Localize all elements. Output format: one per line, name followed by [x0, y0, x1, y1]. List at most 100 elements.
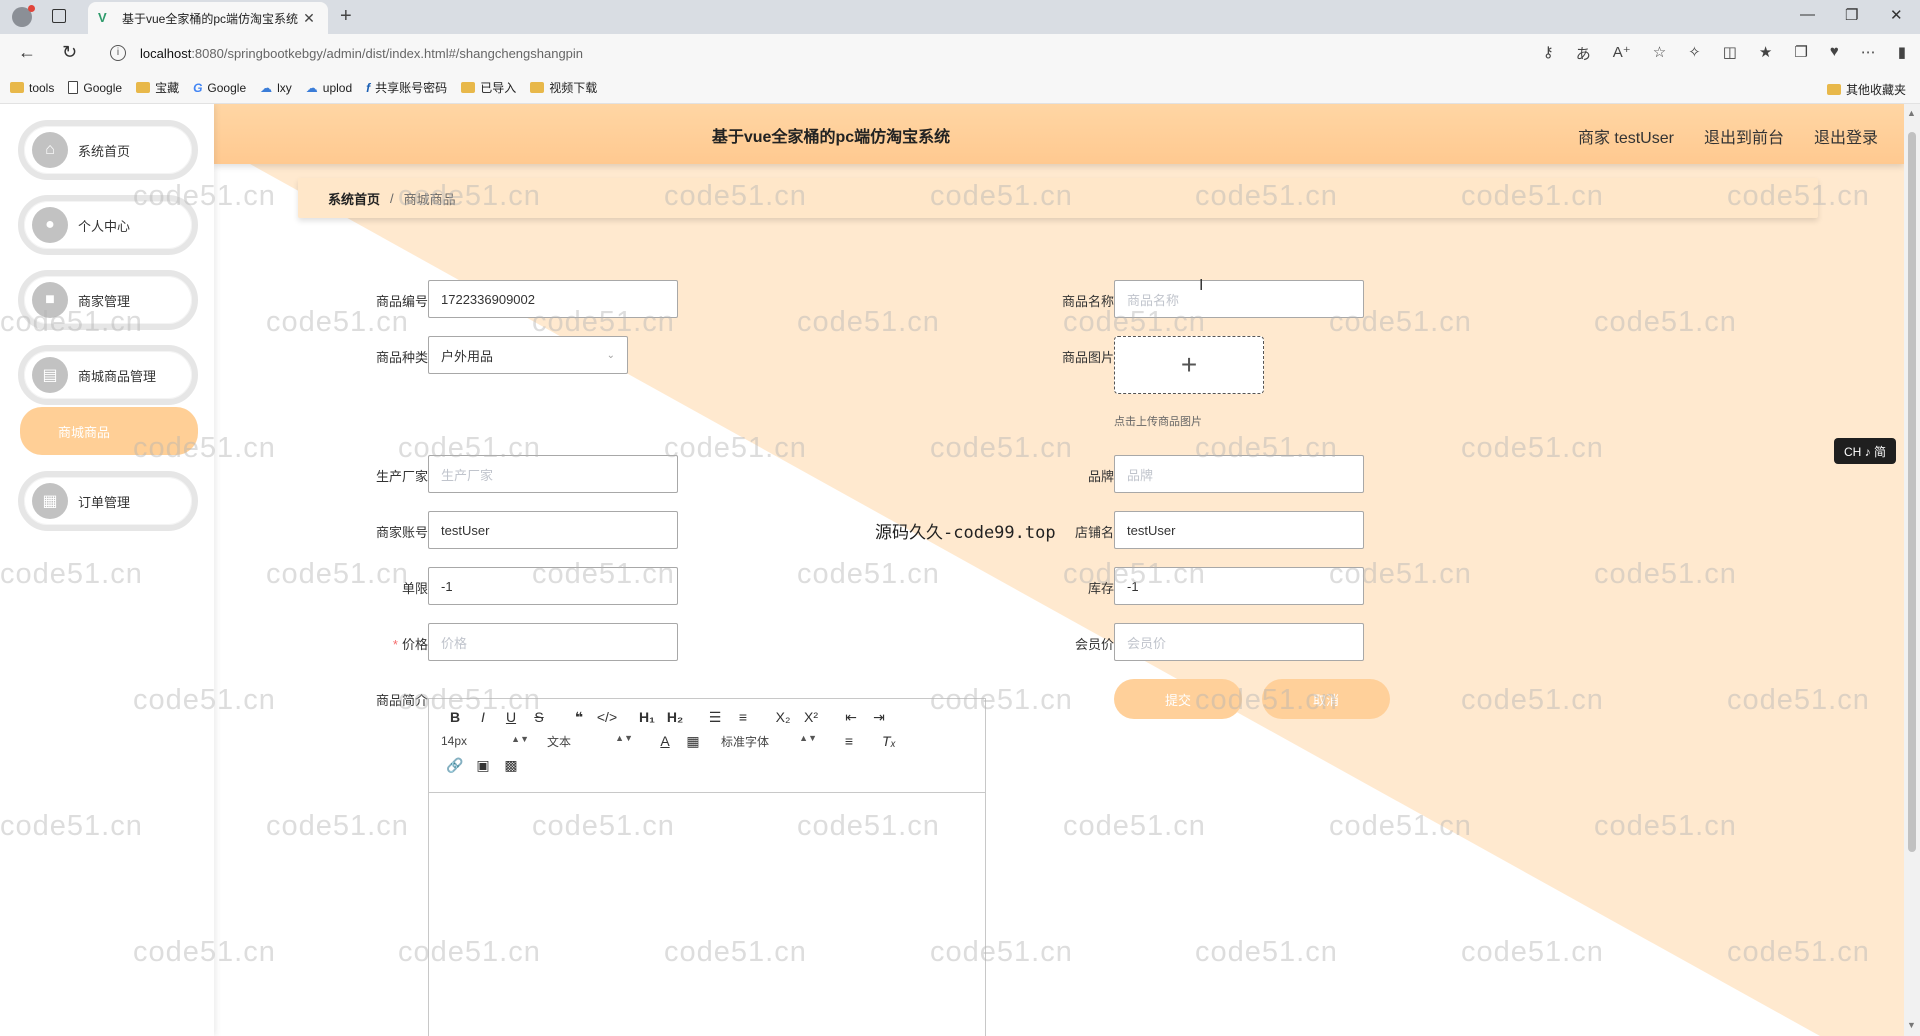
category-select[interactable]: 户外用品 ⌄	[428, 336, 628, 374]
plus-icon: +	[1180, 349, 1198, 380]
bookmark-label: uplod	[322, 80, 353, 95]
bookmark-google[interactable]: Google	[68, 81, 122, 95]
sidebar-item-label: 系统首页	[78, 143, 131, 159]
browser-essentials-icon[interactable]: ♥	[1830, 43, 1839, 64]
product-image-label: 商品图片	[1061, 350, 1114, 365]
cancel-button[interactable]: 取消	[1262, 679, 1390, 719]
vue-favicon-icon: V	[98, 10, 107, 25]
facebook-icon: f	[366, 80, 371, 95]
sidebar-item-orders[interactable]: ▦ 订单管理	[18, 471, 198, 531]
bookmark-shared-accounts[interactable]: f 共享账号密码	[366, 79, 447, 96]
extensions-icon[interactable]: ✧	[1688, 43, 1701, 64]
refresh-icon[interactable]: ↻	[62, 42, 77, 63]
folder-icon	[1826, 84, 1841, 95]
bookmark-label: Google	[83, 80, 123, 95]
favorite-star-icon[interactable]: ☆	[1653, 43, 1666, 64]
sidebar-item-merchant[interactable]: ■ 商家管理	[18, 270, 198, 330]
sidebar-subitem-products-active[interactable]: 商城商品	[20, 407, 198, 455]
manufacturer-input[interactable]: 生产厂家	[428, 455, 678, 493]
site-info-icon[interactable]: i	[110, 45, 126, 61]
bookmark-label: 已导入	[480, 81, 517, 95]
scroll-up-icon[interactable]: ▲	[1907, 108, 1916, 118]
sidebar-item-product-management[interactable]: ▤ 商城商品管理	[18, 345, 198, 405]
bookmark-label: lxy	[277, 80, 292, 95]
app-area: ⌂ 系统首页 ● 个人中心 ■ 商家管理 ▤ 商城商品管理 商城商品 ▦ 订单管…	[0, 104, 1920, 1036]
back-icon[interactable]: ←	[18, 42, 36, 63]
stock-label: 库存	[1087, 581, 1114, 596]
sidebar-item-label: 订单管理	[78, 494, 131, 510]
product-name-label: 商品名称	[1061, 294, 1114, 309]
shop-name-input[interactable]: testUser	[1114, 511, 1364, 549]
required-mark: *	[392, 637, 398, 652]
product-no-label: 商品编号	[375, 294, 428, 309]
translate-icon[interactable]: あ	[1576, 43, 1591, 64]
product-name-input[interactable]: 商品名称	[1114, 280, 1364, 318]
bookmark-baozang[interactable]: 宝藏	[136, 79, 179, 96]
scroll-down-icon[interactable]: ▼	[1907, 1020, 1916, 1030]
url-path: :8080/springbootkebgy/admin/dist/index.h…	[191, 45, 584, 61]
image-upload-tip: 点击上传商品图片	[1114, 416, 1202, 428]
merchant-account-label: 商家账号	[375, 525, 428, 540]
favorites-icon[interactable]: ★	[1759, 43, 1772, 64]
new-tab-button[interactable]: +	[340, 5, 352, 28]
bookmark-label: 其他收藏夹	[1845, 83, 1906, 97]
price-input[interactable]: 价格	[428, 623, 678, 661]
collections-icon[interactable]: ❐	[1794, 43, 1807, 64]
sidebar: ⌂ 系统首页 ● 个人中心 ■ 商家管理 ▤ 商城商品管理 商城商品 ▦ 订单管…	[0, 104, 214, 1036]
bookmark-uplod[interactable]: ☁ uplod	[306, 81, 352, 95]
bookmark-google-2[interactable]: G Google	[193, 81, 246, 95]
product-no-input[interactable]: 1722336909002	[428, 280, 678, 318]
minimize-icon[interactable]: —	[1800, 6, 1815, 23]
overlay-source-text: 源码久久-code99.top	[875, 523, 1056, 543]
read-aloud-icon[interactable]: A⁺	[1613, 43, 1631, 64]
browser-toolbar: ⚷ あ A⁺ ☆ ✧ ◫ ★ ❐ ♥ ⋯ ▮	[1543, 43, 1906, 64]
limit-label: 单限	[401, 581, 428, 596]
member-price-input[interactable]: 会员价	[1114, 623, 1364, 661]
image-upload-button[interactable]: +	[1114, 336, 1264, 394]
bookmark-label: Google	[207, 80, 247, 95]
category-label: 商品种类	[375, 350, 428, 365]
member-price-label: 会员价	[1074, 637, 1114, 652]
tab-actions-icon[interactable]	[52, 9, 66, 23]
bookmark-imported[interactable]: 已导入	[461, 79, 516, 96]
sidebar-item-profile[interactable]: ● 个人中心	[18, 195, 198, 255]
bookmark-other-favorites[interactable]: 其他收藏夹	[1826, 81, 1906, 98]
limit-input[interactable]: -1	[428, 567, 678, 605]
user-icon: ●	[32, 207, 68, 243]
key-icon[interactable]: ⚷	[1543, 43, 1554, 64]
stock-input[interactable]: -1	[1114, 567, 1364, 605]
intro-label: 商品简介	[375, 693, 428, 708]
tab-close-icon[interactable]: ✕	[300, 10, 318, 27]
price-label: * 价格	[338, 634, 428, 653]
cloud-icon: ☁	[260, 80, 273, 95]
sidebar-item-home[interactable]: ⌂ 系统首页	[18, 120, 198, 180]
sidebar-item-label: 商城商品管理	[78, 368, 157, 384]
briefcase-icon: ■	[32, 282, 68, 318]
more-menu-icon[interactable]: ⋯	[1861, 43, 1876, 64]
restore-icon[interactable]: ❐	[1845, 6, 1858, 24]
brand-label: 品牌	[1087, 469, 1114, 484]
bookmark-tools[interactable]: tools	[10, 81, 54, 95]
brand-input[interactable]: 品牌	[1114, 455, 1364, 493]
ime-indicator[interactable]: CH ♪ 简	[1834, 438, 1896, 464]
sidebar-item-label: 个人中心	[78, 218, 131, 234]
category-selected-value: 户外用品	[441, 348, 494, 364]
browser-tab-active[interactable]: V 基于vue全家桶的pc端仿淘宝系统 ✕	[88, 2, 328, 34]
page-scrollbar[interactable]: ▲ ▼	[1904, 104, 1920, 1036]
cloud-icon: ☁	[305, 80, 318, 95]
manufacturer-label: 生产厂家	[375, 469, 428, 484]
clipboard-icon: ▤	[32, 357, 68, 393]
bookmark-lxy[interactable]: ☁ lxy	[260, 81, 292, 95]
bookmark-video-download[interactable]: 视频下载	[530, 79, 597, 96]
close-window-icon[interactable]: ✕	[1890, 6, 1903, 24]
sidebar-subitem-label: 商城商品	[58, 424, 111, 440]
split-screen-icon[interactable]: ◫	[1723, 43, 1737, 64]
home-icon: ⌂	[32, 132, 68, 168]
browser-tab-bar: V 基于vue全家桶的pc端仿淘宝系统 ✕ + — ❐ ✕	[0, 0, 1920, 34]
sidebar-item-label: 商家管理	[78, 293, 131, 309]
merchant-account-input[interactable]: testUser	[428, 511, 678, 549]
submit-button[interactable]: 提交	[1114, 679, 1242, 719]
sidebar-toggle-icon[interactable]: ▮	[1898, 43, 1906, 64]
scrollbar-thumb[interactable]	[1908, 132, 1916, 852]
url-field[interactable]: i localhost:8080/springbootkebgy/admin/d…	[110, 38, 1450, 68]
